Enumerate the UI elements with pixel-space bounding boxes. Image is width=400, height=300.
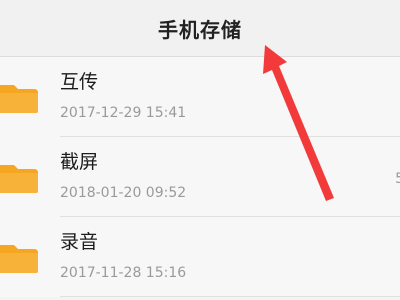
folder-icon — [0, 85, 38, 113]
folder-icon — [0, 165, 38, 193]
file-name: 录音 — [60, 231, 99, 253]
list-item-jie-ping[interactable]: 截屏 2018-01-20 09:52 5 — [0, 137, 400, 217]
file-name: 互传 — [60, 71, 99, 93]
folder-icon — [0, 245, 38, 273]
file-date: 2018-01-20 09:52 — [60, 185, 187, 201]
file-size: 5 — [395, 171, 400, 187]
page-title: 手机存储 — [158, 18, 242, 42]
file-date: 2017-11-28 15:16 — [60, 265, 187, 281]
list-item-lu-yin[interactable]: 录音 2017-11-28 15:16 — [0, 217, 400, 297]
file-name: 截屏 — [60, 151, 99, 173]
header-bar: 手机存储 — [0, 0, 400, 57]
divider — [60, 296, 400, 297]
file-date: 2017-12-29 15:41 — [60, 105, 187, 121]
list-item-hu-chuan[interactable]: 互传 2017-12-29 15:41 — [0, 57, 400, 137]
